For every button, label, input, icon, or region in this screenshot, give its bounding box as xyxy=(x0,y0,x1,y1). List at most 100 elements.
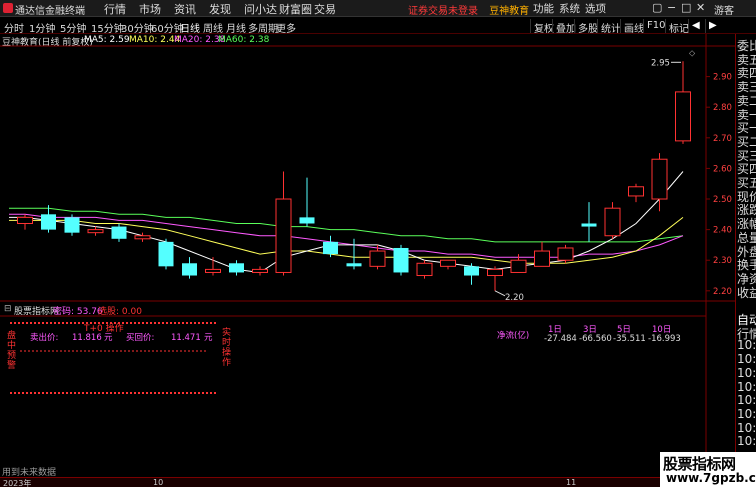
flow-value: -16.993 xyxy=(648,334,681,344)
y-tick-label: 2.20 xyxy=(713,287,732,297)
low-annotation: 2.20 xyxy=(505,293,524,303)
candle xyxy=(581,202,597,242)
candle xyxy=(158,238,174,270)
candle-body xyxy=(557,247,574,261)
candle-body xyxy=(628,186,644,197)
x-label-10: 10 xyxy=(153,478,164,487)
y-tick-label: 2.80 xyxy=(713,103,732,113)
vertical-char: 操 xyxy=(222,346,231,358)
candle xyxy=(229,260,244,276)
ma20-line xyxy=(9,213,684,258)
indicator-code: 密码: 53.76 xyxy=(53,307,103,317)
candle-body xyxy=(111,226,127,239)
indicator-header: ⊟ 股票指标网 密码: 53.76 选股: 0.00 xyxy=(0,304,735,317)
x-label-11: 11 xyxy=(566,478,577,487)
candle-body xyxy=(64,217,80,233)
side-panel-item: 10:5 xyxy=(737,393,756,408)
vertical-char: 实 xyxy=(222,326,231,338)
side-panel-item: 收益 xyxy=(737,285,756,300)
sell-label: 卖出价: xyxy=(30,332,58,343)
candle-body xyxy=(275,198,292,273)
candle-body xyxy=(581,223,597,227)
candle-body xyxy=(205,268,221,273)
candle xyxy=(628,183,644,203)
x-axis: 2023年 10 11 xyxy=(0,477,735,487)
sell-value: 11.816 xyxy=(72,333,102,343)
candle xyxy=(275,171,292,276)
candlestick-chart[interactable]: 2.90 2.80 2.70 2.60 2.50 2.40 2.30 2.20 2.95 ◇ 2.2… xyxy=(0,0,735,487)
flow-value: -27.484 xyxy=(544,334,577,344)
candle xyxy=(416,260,433,279)
candle-body xyxy=(17,216,33,224)
candle xyxy=(111,223,127,242)
side-panel-item: 10:5 xyxy=(737,365,756,380)
vertical-char: 警 xyxy=(7,359,16,371)
y-tick-label: 2.60 xyxy=(713,164,732,174)
side-panel-item: 10:5 xyxy=(737,338,756,353)
y-tick-label: 2.70 xyxy=(713,134,732,144)
candle xyxy=(182,257,197,279)
ma5-line xyxy=(9,171,684,274)
candle-body xyxy=(87,229,104,234)
candle-body xyxy=(487,268,503,277)
candle xyxy=(299,177,315,227)
candle xyxy=(87,226,104,236)
vertical-char: 预 xyxy=(7,350,16,361)
candle xyxy=(557,244,574,264)
candle xyxy=(487,266,503,291)
candle-body xyxy=(651,158,668,200)
side-panel-item: 10:5 xyxy=(737,420,756,435)
candle xyxy=(393,244,409,276)
candle-body xyxy=(369,250,386,267)
candle xyxy=(464,263,479,285)
flow-value: -66.560 xyxy=(579,334,612,344)
y-tick-label: 2.90 xyxy=(713,73,732,83)
vertical-char: 作 xyxy=(222,356,231,368)
high-annotation: 2.95 xyxy=(651,58,670,68)
candle-body xyxy=(440,259,456,267)
y-tick-label: 2.30 xyxy=(713,256,732,266)
candle-body xyxy=(158,241,174,267)
side-panel-item: 10:5 xyxy=(737,434,756,449)
candle xyxy=(205,257,221,276)
candle-body xyxy=(393,247,409,273)
x-label-2023: 2023年 xyxy=(3,479,32,487)
candle-body xyxy=(323,241,338,255)
candle-body xyxy=(510,259,527,273)
candle-body xyxy=(41,214,56,230)
candle xyxy=(651,153,668,212)
candle-body xyxy=(675,91,691,142)
right-vertical-label: 实时操作 xyxy=(222,326,231,368)
site-watermark: 股票指标网 www.7gpzb.com xyxy=(660,452,756,487)
vertical-char: 盘 xyxy=(7,329,16,341)
flow-label: 净流(亿) xyxy=(497,330,529,341)
buy-value: 11.471 xyxy=(171,333,201,343)
indicator-select: 选股: 0.00 xyxy=(98,307,142,317)
candle-body xyxy=(464,266,479,276)
candle-body xyxy=(534,250,550,267)
candle xyxy=(604,202,621,239)
candle xyxy=(64,214,80,236)
diamond-icon: ◇ xyxy=(689,48,696,57)
candle-body xyxy=(134,235,151,240)
sell-unit: 元 xyxy=(104,333,113,343)
watermark-url: www.7gpzb.com xyxy=(666,471,756,485)
candle-body xyxy=(346,263,362,267)
quote-side-panel: 委比 卖五 卖四 卖三 卖二 卖一 买一 买二 买三 买四 买五 现价 涨跌 涨幅 总量 外盘 换手 净资 收益 自动… xyxy=(735,34,756,487)
vertical-char: 中 xyxy=(7,339,16,351)
low-annotation-arrow xyxy=(494,290,506,297)
indicator-toggle-icon[interactable]: ⊟ xyxy=(4,304,12,314)
candle-body xyxy=(252,268,268,273)
candle-body xyxy=(229,263,244,273)
candle xyxy=(252,266,268,276)
side-panel-item: 10:5 xyxy=(737,379,756,394)
candle xyxy=(534,241,550,267)
y-tick-label: 2.50 xyxy=(713,195,732,205)
candle xyxy=(17,214,33,230)
candle xyxy=(440,259,456,270)
y-tick-label: 2.40 xyxy=(713,226,732,236)
candle xyxy=(346,238,362,270)
flow-value: -35.511 xyxy=(613,334,646,344)
candle xyxy=(323,235,338,258)
candle-body xyxy=(182,263,197,276)
